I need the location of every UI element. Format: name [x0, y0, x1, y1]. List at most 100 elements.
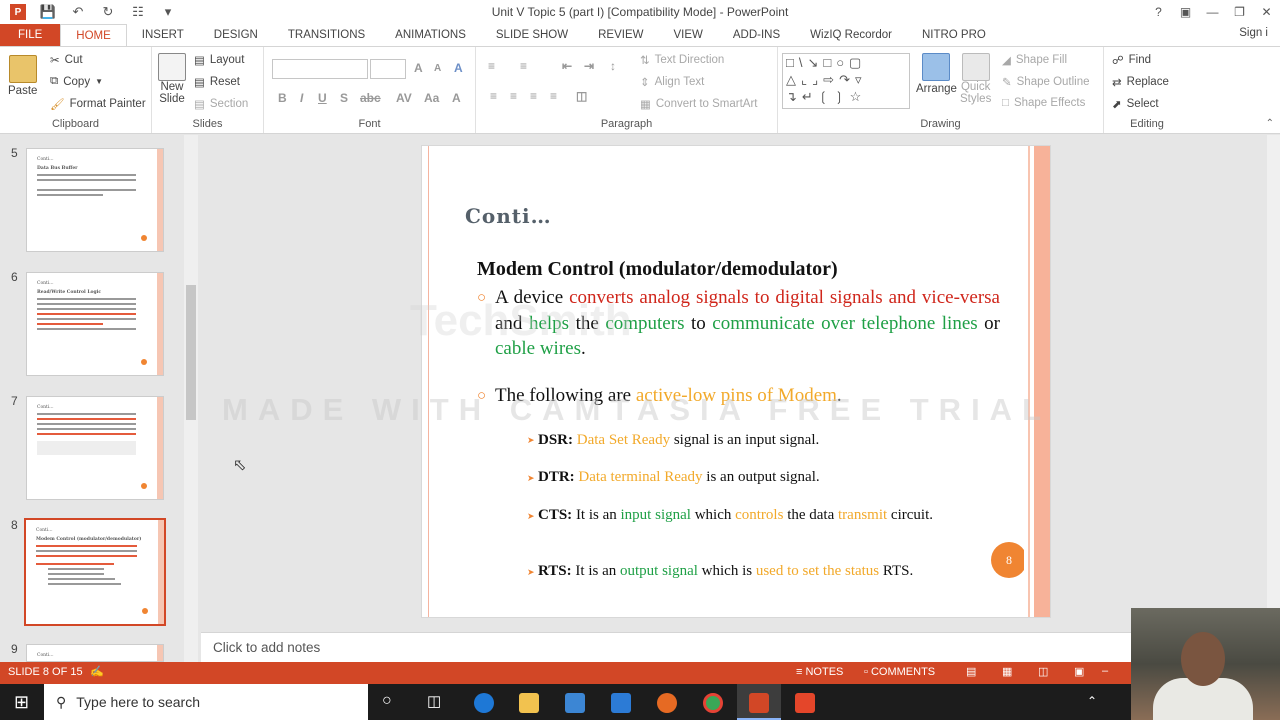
- layout-button[interactable]: ▤ Layout: [194, 53, 244, 67]
- spell-check-icon[interactable]: ✍: [90, 665, 104, 678]
- strikethrough-icon[interactable]: abc: [360, 91, 381, 105]
- italic-icon[interactable]: I: [300, 91, 303, 105]
- editing-group: ☍ Find ⇄ Replace ⬈ Select Editing: [1104, 47, 1190, 133]
- change-case-icon[interactable]: Aa: [424, 91, 439, 105]
- slide-thumbnail-8[interactable]: Conti... Modem Control (modulator/demodul…: [24, 518, 166, 626]
- reset-button[interactable]: ▤ Reset: [194, 75, 240, 89]
- start-from-beginning-icon[interactable]: ☷: [130, 4, 146, 20]
- align-right-icon[interactable]: ≡: [530, 89, 537, 103]
- close-icon[interactable]: ✕: [1253, 5, 1280, 19]
- align-left-icon[interactable]: ≡: [490, 89, 497, 103]
- tab-transitions[interactable]: TRANSITIONS: [273, 24, 380, 46]
- find-button[interactable]: ☍ Find: [1112, 53, 1151, 67]
- edge-icon[interactable]: [474, 693, 494, 713]
- tab-review[interactable]: REVIEW: [583, 24, 658, 46]
- slide-thumbnail-7[interactable]: Conti...: [26, 396, 164, 500]
- ribbon-display-icon[interactable]: ▣: [1172, 5, 1199, 19]
- task-view-icon[interactable]: ◫: [427, 692, 441, 710]
- chrome-icon[interactable]: [703, 693, 723, 713]
- tab-insert[interactable]: INSERT: [127, 24, 199, 46]
- tab-add-ins[interactable]: ADD-INS: [718, 24, 795, 46]
- undo-icon[interactable]: ↶: [70, 4, 86, 20]
- slide-show-icon[interactable]: ▣: [1074, 665, 1084, 678]
- align-text-button[interactable]: ⇕ Align Text: [640, 75, 704, 89]
- tab-nitro-pro[interactable]: NITRO PRO: [907, 24, 1001, 46]
- tab-file[interactable]: FILE: [0, 24, 61, 46]
- tab-animations[interactable]: ANIMATIONS: [380, 24, 481, 46]
- tab-slide-show[interactable]: SLIDE SHOW: [481, 24, 583, 46]
- minimize-icon[interactable]: —: [1199, 5, 1226, 19]
- slide-sorter-icon[interactable]: ▦: [1002, 665, 1012, 678]
- bullets-icon[interactable]: ≡: [488, 59, 495, 73]
- mail-icon[interactable]: [611, 693, 631, 713]
- columns-icon[interactable]: ◫: [576, 89, 587, 103]
- tab-design[interactable]: DESIGN: [199, 24, 273, 46]
- paste-button[interactable]: Paste: [8, 55, 37, 97]
- clear-formatting-icon[interactable]: A: [454, 61, 463, 75]
- save-icon[interactable]: 💾: [40, 4, 56, 20]
- camtasia-icon[interactable]: [795, 693, 815, 713]
- bold-icon[interactable]: B: [278, 91, 287, 105]
- justify-icon[interactable]: ≡: [550, 89, 557, 103]
- quick-styles-button[interactable]: Quick Styles: [960, 53, 991, 105]
- increase-indent-icon[interactable]: ⇥: [584, 59, 594, 73]
- shadow-icon[interactable]: S: [340, 91, 348, 105]
- customize-qat-icon[interactable]: ▾: [160, 4, 176, 20]
- numbering-icon[interactable]: ≡: [520, 59, 527, 73]
- slide-scrollbar[interactable]: [1267, 135, 1280, 662]
- decrease-font-icon[interactable]: A: [434, 63, 441, 74]
- tab-view[interactable]: VIEW: [658, 24, 717, 46]
- text-direction-button[interactable]: ⇅ Text Direction: [640, 53, 724, 67]
- shape-effects-button[interactable]: □ Shape Effects: [1002, 97, 1085, 109]
- new-slide-button[interactable]: New Slide: [158, 53, 186, 105]
- zoom-out-icon[interactable]: –: [1102, 665, 1108, 677]
- font-color-icon[interactable]: A: [452, 91, 461, 105]
- slide-thumbnail-6[interactable]: Conti... Read/Write Control Logic: [26, 272, 164, 376]
- collapse-ribbon-icon[interactable]: ⌃: [1266, 118, 1274, 129]
- store-icon[interactable]: [565, 693, 585, 713]
- restore-icon[interactable]: ❐: [1226, 5, 1253, 19]
- sign-in-link[interactable]: Sign i: [1239, 27, 1268, 39]
- text-run: to: [684, 312, 713, 334]
- underline-icon[interactable]: U: [318, 91, 327, 105]
- font-size-dropdown[interactable]: [370, 59, 406, 79]
- notes-toggle[interactable]: ≡ NOTES: [796, 666, 843, 678]
- convert-smartart-button[interactable]: ▦ Convert to SmartArt: [640, 97, 758, 111]
- increase-font-icon[interactable]: A: [414, 61, 423, 75]
- comments-toggle[interactable]: ▫ COMMENTS: [864, 666, 935, 678]
- help-icon[interactable]: ?: [1145, 5, 1172, 19]
- copy-button[interactable]: ⧉ Copy ▼: [50, 75, 103, 88]
- slide-thumbnail-5[interactable]: Conti... Data Bus Buffer: [26, 148, 164, 252]
- window-title: Unit V Topic 5 (part I) [Compatibility M…: [491, 5, 789, 19]
- select-button[interactable]: ⬈ Select: [1112, 97, 1159, 111]
- section-button[interactable]: ▤ Section: [194, 97, 248, 111]
- arrange-button[interactable]: Arrange: [916, 53, 957, 95]
- align-center-icon[interactable]: ≡: [510, 89, 517, 103]
- current-slide[interactable]: Conti… Modem Control (modulator/demodula…: [421, 145, 1051, 618]
- shapes-gallery[interactable]: □\↘□○▢ △⌞⌟⇨↷▿ ↴↵❲❳☆: [782, 53, 910, 109]
- normal-view-icon[interactable]: ▤: [966, 665, 976, 678]
- char-spacing-icon[interactable]: AV: [396, 91, 412, 105]
- thumbnail-scroll-thumb[interactable]: [186, 285, 196, 420]
- file-explorer-icon[interactable]: [519, 693, 539, 713]
- drawing-group: □\↘□○▢ △⌞⌟⇨↷▿ ↴↵❲❳☆ Arrange Quick Styles ◢…: [778, 47, 1104, 133]
- cortana-icon[interactable]: ○: [382, 692, 392, 710]
- reading-view-icon[interactable]: ◫: [1038, 665, 1048, 678]
- cut-button[interactable]: ✂ Cut: [50, 53, 83, 67]
- line-spacing-icon[interactable]: ↕: [610, 59, 616, 73]
- decrease-indent-icon[interactable]: ⇤: [562, 59, 572, 73]
- taskbar-search-box[interactable]: ⚲ Type here to search: [44, 684, 368, 720]
- tray-chevron-icon[interactable]: ⌃: [1087, 694, 1097, 708]
- font-name-dropdown[interactable]: [272, 59, 368, 79]
- replace-button[interactable]: ⇄ Replace: [1112, 75, 1169, 89]
- shape-fill-button[interactable]: ◢ Shape Fill: [1002, 53, 1067, 67]
- notes-pane[interactable]: Click to add notes: [201, 632, 1267, 662]
- shape-outline-button[interactable]: ✎ Shape Outline: [1002, 75, 1090, 89]
- tab-wiziq[interactable]: WizIQ Recordor: [795, 24, 907, 46]
- firefox-icon[interactable]: [657, 693, 677, 713]
- tab-home[interactable]: HOME: [60, 24, 127, 46]
- slide-thumbnail-9[interactable]: Conti...: [26, 644, 164, 662]
- windows-start-icon[interactable]: ⊞: [14, 692, 29, 713]
- redo-icon[interactable]: ↻: [100, 4, 116, 20]
- format-painter-button[interactable]: 🖌 Format Painter: [50, 97, 146, 111]
